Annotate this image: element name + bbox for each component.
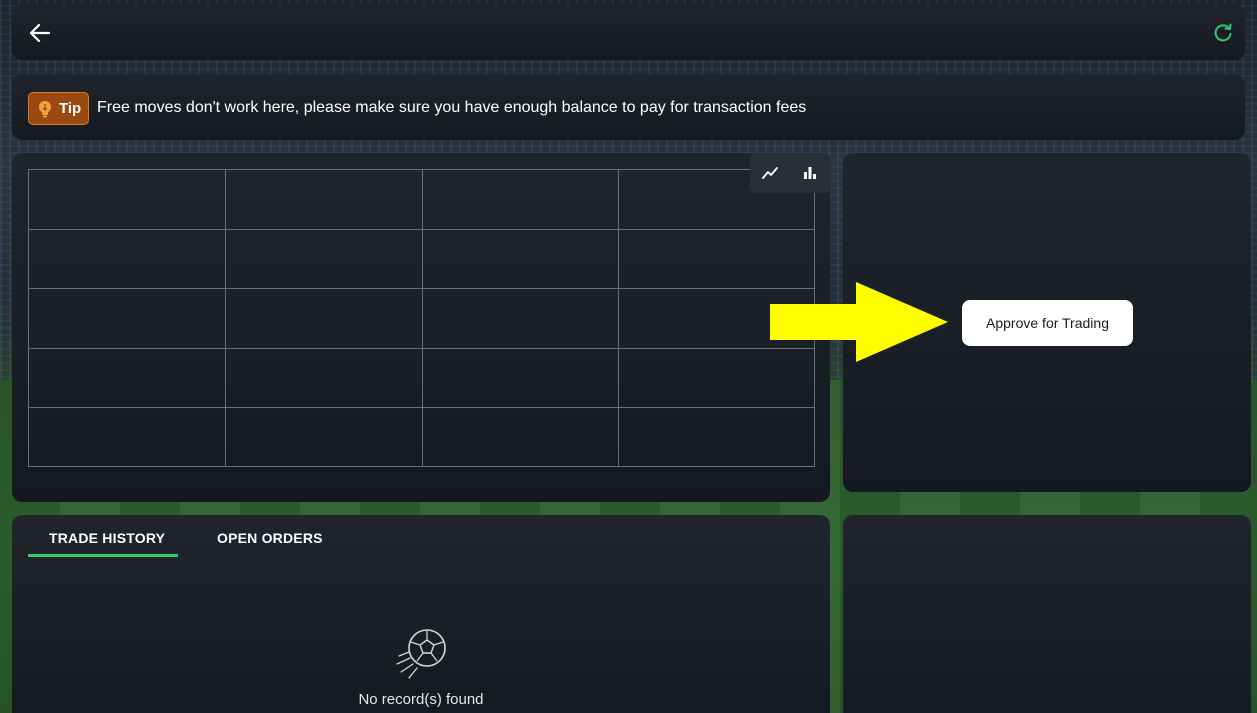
tip-label: Tip	[59, 100, 82, 117]
bottom-right-panel	[843, 515, 1251, 713]
grid-line	[422, 170, 423, 466]
chart-grid	[28, 169, 815, 467]
grid-line	[29, 348, 814, 349]
active-tab-indicator	[28, 554, 178, 557]
bar-chart-icon	[804, 167, 816, 179]
tab-trade-history[interactable]: TRADE HISTORY	[49, 530, 165, 546]
tab-open-orders[interactable]: OPEN ORDERS	[217, 530, 323, 546]
arrow-left-icon	[30, 24, 50, 42]
top-bar	[12, 4, 1245, 60]
chart-type-toggle	[750, 153, 830, 193]
pointer-arrow	[770, 282, 948, 362]
line-chart-button[interactable]	[750, 153, 790, 193]
grid-line	[29, 407, 814, 408]
empty-state-text: No record(s) found	[358, 691, 484, 708]
tip-badge: Tip	[28, 92, 89, 125]
refresh-button[interactable]	[1212, 22, 1234, 44]
line-chart-icon	[762, 167, 778, 179]
tip-message: Free moves don't work here, please make …	[97, 99, 807, 116]
grid-line	[618, 170, 619, 466]
grid-line	[225, 170, 226, 466]
back-button[interactable]	[26, 20, 54, 46]
grid-line	[29, 288, 814, 289]
lightbulb-icon	[37, 100, 53, 118]
refresh-icon	[1214, 23, 1232, 42]
bar-chart-button[interactable]	[790, 153, 830, 193]
approve-for-trading-button[interactable]: Approve for Trading	[962, 300, 1133, 346]
soccer-ball-icon	[396, 629, 446, 679]
grid-line	[29, 229, 814, 230]
